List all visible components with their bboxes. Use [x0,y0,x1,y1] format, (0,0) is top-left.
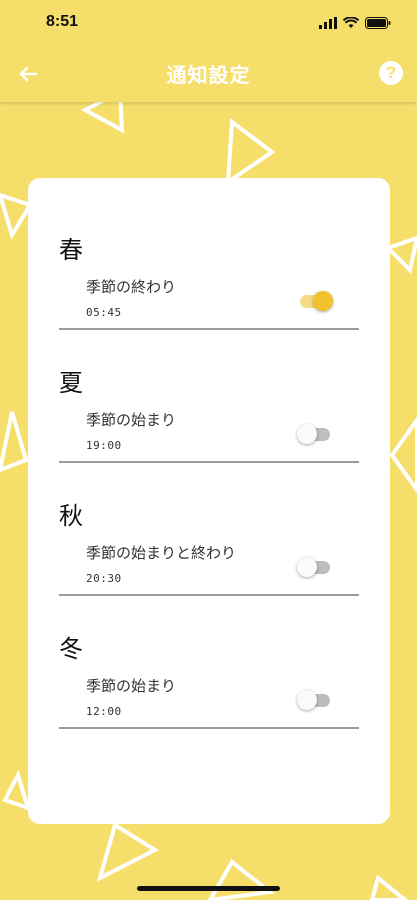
season-title: 春 [59,236,83,264]
notification-label: 季節の終わり [86,278,177,296]
help-button[interactable]: ? [379,61,403,85]
signal-icon [319,14,337,33]
page-title: 通知設定 [166,63,251,87]
status-icons [319,14,391,33]
notification-toggle[interactable] [297,555,333,581]
notification-toggle[interactable] [297,422,333,448]
divider [59,727,359,729]
settings-card: 春 季節の終わり 05:45 夏 季節の始まり 19:00 秋 季節の始まりと終… [28,178,390,824]
notification-time[interactable]: 20:30 [86,572,122,585]
notification-toggle[interactable] [297,688,333,714]
notification-toggle[interactable] [297,289,333,315]
season-title: 冬 [59,635,83,663]
notification-label: 季節の始まり [86,677,177,695]
season-title: 夏 [59,369,83,397]
notification-time[interactable]: 05:45 [86,306,122,319]
notification-label: 季節の始まりと終わり [86,544,237,562]
notification-label: 季節の始まり [86,411,177,429]
divider [59,594,359,596]
status-time: 8:51 [46,13,79,30]
question-circle-icon: ? [385,63,397,82]
wifi-icon [342,14,360,33]
notification-time[interactable]: 19:00 [86,439,122,452]
divider [59,461,359,463]
divider [59,328,359,330]
season-title: 秋 [59,502,83,530]
status-bar: 8:51 [0,0,417,46]
app-bar: 通知設定 ? [0,46,417,102]
home-indicator[interactable] [137,886,280,891]
battery-icon [365,14,391,33]
notification-time[interactable]: 12:00 [86,705,122,718]
